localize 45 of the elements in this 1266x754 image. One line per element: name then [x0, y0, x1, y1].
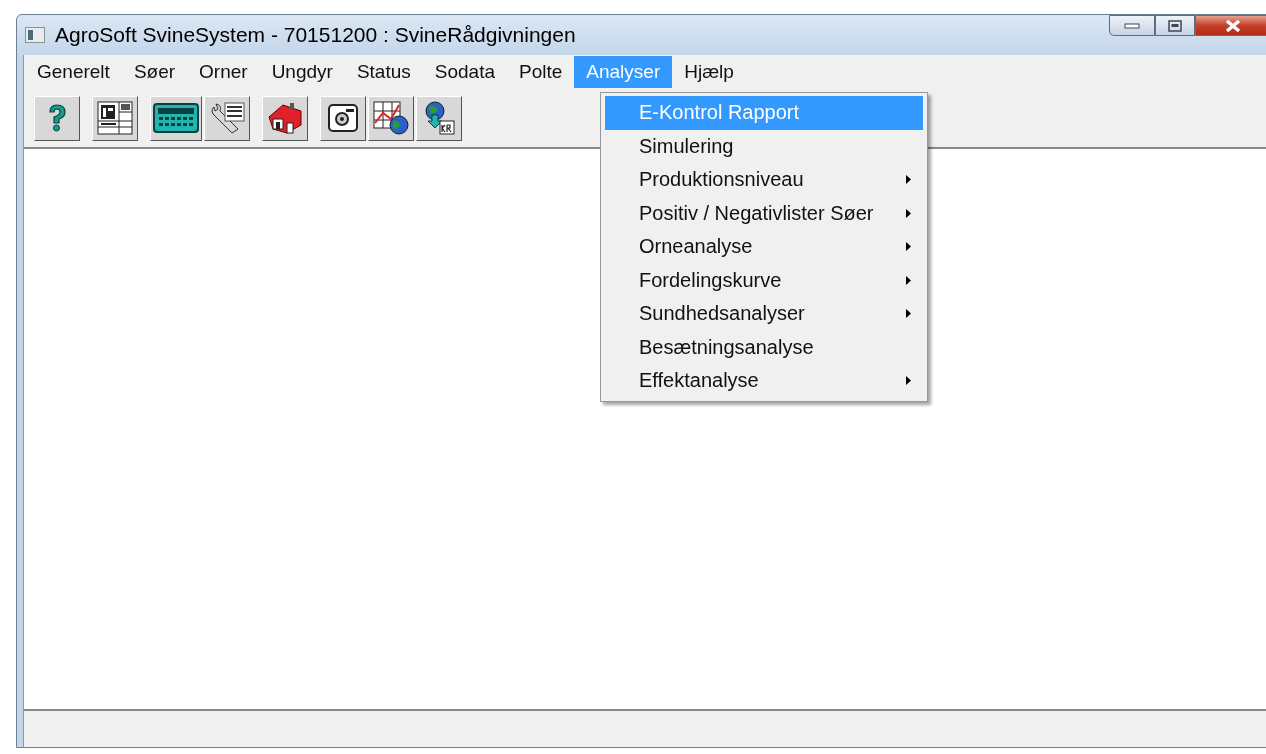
menu-item[interactable]: Status [344, 56, 423, 88]
maximize-icon [1168, 19, 1182, 32]
setup-button[interactable] [204, 95, 250, 141]
calculator-button[interactable] [150, 95, 202, 141]
menu-item[interactable]: Ungdyr [259, 56, 345, 88]
menu-option[interactable]: Effektanalyse [605, 364, 923, 398]
globe-download-icon [423, 101, 455, 135]
menu-option[interactable]: Orneanalyse [605, 230, 923, 264]
wrench-icon [208, 101, 246, 135]
window-icon [25, 27, 45, 43]
submenu-arrow-icon [906, 275, 911, 285]
menu-item[interactable]: Generelt [25, 56, 122, 88]
menu-item[interactable]: Hjælp [672, 56, 746, 88]
menu-item[interactable]: Søer [121, 56, 188, 88]
menu-option[interactable]: Simulering [605, 129, 923, 163]
window-title: AgroSoft SvineSystem - 70151200 : SvineRådgivningen [55, 23, 576, 47]
menu-item[interactable]: Polte [507, 56, 575, 88]
submenu-arrow-icon [906, 309, 911, 319]
submenu-arrow-icon [906, 376, 911, 386]
menu-option[interactable]: Besætningsanalyse [605, 330, 923, 364]
help-button[interactable] [34, 95, 80, 141]
calendar-icon [97, 101, 133, 135]
globe-button[interactable] [416, 95, 462, 141]
minimize-icon [1124, 21, 1140, 30]
safe-icon [326, 103, 360, 133]
menu-item[interactable]: Orner [187, 56, 260, 88]
menu-option[interactable]: Sundhedsanalyser [605, 297, 923, 331]
menu-item[interactable]: Sodata [422, 56, 507, 88]
menu-option[interactable]: Produktionsniveau [605, 163, 923, 197]
submenu-arrow-icon [906, 175, 911, 185]
chart-globe-icon [373, 101, 409, 135]
calculator-icon [153, 103, 199, 133]
chart-button[interactable] [368, 95, 414, 141]
safe-button[interactable] [320, 95, 366, 141]
submenu-arrow-icon [906, 208, 911, 218]
house-button[interactable] [262, 95, 308, 141]
house-icon [267, 101, 303, 135]
maximize-button[interactable] [1155, 15, 1195, 36]
close-icon [1225, 18, 1241, 33]
menu-option[interactable]: Positiv / Negativlister Søer [605, 196, 923, 230]
close-button[interactable] [1195, 15, 1266, 36]
calendar-button[interactable] [92, 95, 138, 141]
minimize-button[interactable] [1109, 15, 1155, 36]
menu-option[interactable]: Fordelingskurve [605, 263, 923, 297]
submenu-arrow-icon [906, 242, 911, 252]
